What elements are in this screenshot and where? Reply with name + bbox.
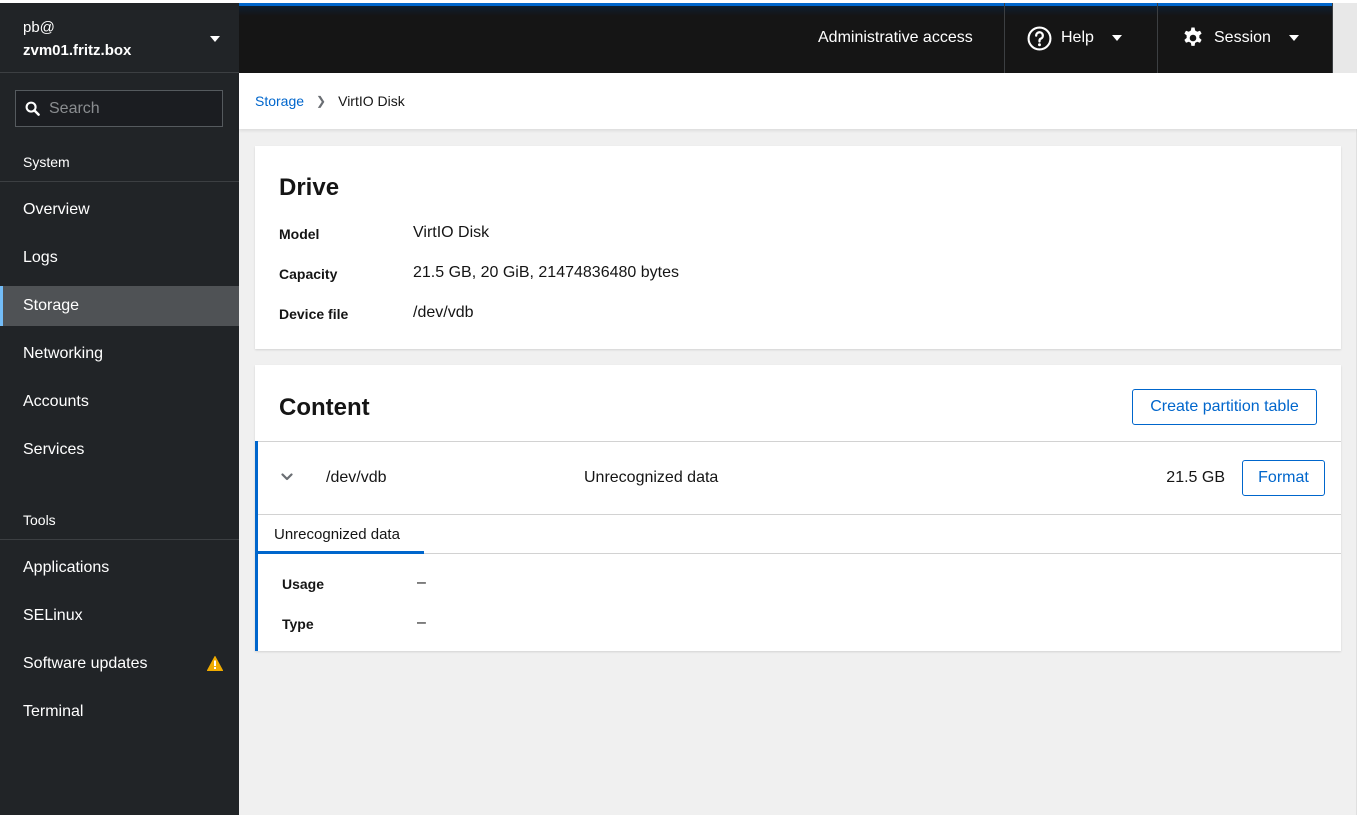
device-file-value: /dev/vdb (413, 304, 474, 321)
section-title-tools: Tools (23, 512, 56, 528)
warning-icon (207, 656, 223, 671)
chevron-down-icon[interactable] (281, 473, 293, 481)
drive-card-title: Drive (279, 174, 340, 201)
nav-item-logs[interactable]: Logs (0, 238, 239, 278)
search-box[interactable] (15, 90, 223, 127)
capacity-value: 21.5 GB, 20 GiB, 21474836480 bytes (413, 264, 679, 281)
breadcrumb: Storage ❯ VirtIO Disk (239, 73, 1357, 129)
administrative-access-button[interactable]: Administrative access (818, 3, 973, 73)
nav-item-networking[interactable]: Networking (0, 334, 239, 374)
capacity-label: Capacity (279, 266, 338, 282)
tab-active-indicator (258, 551, 424, 554)
nav-item-applications[interactable]: Applications (0, 548, 239, 588)
device-size: 21.5 GB (1166, 469, 1225, 486)
nav-item-label: Overview (23, 201, 90, 218)
nav-item-overview[interactable]: Overview (0, 190, 239, 230)
nav-item-selinux[interactable]: SELinux (0, 596, 239, 636)
breadcrumb-current: VirtIO Disk (338, 93, 405, 109)
type-value: – (417, 614, 426, 631)
nav-item-label: Applications (23, 559, 110, 576)
sidebar: pb@ zvm01.fritz.box System Overview Logs… (0, 3, 239, 815)
host-user: pb@ (23, 19, 55, 36)
session-menu-button[interactable]: Session (1181, 3, 1299, 73)
type-label: Type (282, 616, 314, 632)
main-content: Drive Model VirtIO Disk Capacity 21.5 GB… (239, 129, 1357, 815)
format-button[interactable]: Format (1242, 460, 1325, 496)
chevron-right-icon: ❯ (316, 94, 327, 108)
device-name: /dev/vdb (326, 469, 387, 486)
masthead: Administrative access Help Session (239, 3, 1357, 73)
nav-item-label: Storage (23, 297, 80, 314)
divider (424, 553, 1341, 554)
help-menu-button[interactable]: Help (1027, 3, 1122, 73)
caret-down-icon (1111, 35, 1122, 41)
help-label: Help (1061, 29, 1094, 46)
content-card: Content Create partition table /dev/vdb … (255, 365, 1341, 651)
masthead-divider (1004, 3, 1005, 73)
section-divider (0, 181, 239, 182)
administrative-access-label: Administrative access (818, 29, 973, 46)
nav-item-accounts[interactable]: Accounts (0, 382, 239, 422)
usage-value: – (417, 574, 426, 591)
masthead-divider (1332, 3, 1333, 73)
host-switcher[interactable]: pb@ zvm01.fritz.box (0, 3, 239, 73)
masthead-divider (1157, 3, 1158, 73)
nav-item-storage[interactable]: Storage (0, 286, 239, 326)
nav-item-label: Software updates (23, 655, 148, 672)
nav-item-software-updates[interactable]: Software updates (0, 644, 239, 684)
nav-item-label: Networking (23, 345, 104, 362)
session-label: Session (1214, 29, 1271, 46)
nav-item-label: SELinux (23, 607, 83, 624)
device-file-label: Device file (279, 306, 349, 322)
nav-item-services[interactable]: Services (0, 430, 239, 470)
search-icon (25, 101, 40, 116)
table-row[interactable]: /dev/vdb Unrecognized data 21.5 GB Forma… (255, 442, 1341, 514)
gear-icon (1184, 27, 1202, 46)
model-label: Model (279, 226, 320, 242)
tab-label: Unrecognized data (274, 526, 400, 543)
search-input[interactable] (49, 99, 209, 118)
model-value: VirtIO Disk (413, 224, 490, 241)
help-icon (1027, 26, 1052, 50)
caret-down-icon (210, 36, 220, 42)
drive-card: Drive Model VirtIO Disk Capacity 21.5 GB… (255, 146, 1341, 349)
section-divider (0, 539, 239, 540)
device-description: Unrecognized data (584, 469, 719, 486)
tab-unrecognized-data[interactable]: Unrecognized data (258, 515, 424, 554)
create-partition-table-button[interactable]: Create partition table (1132, 389, 1317, 425)
nav-item-terminal[interactable]: Terminal (0, 692, 239, 732)
content-card-title: Content (279, 394, 370, 421)
nav-item-label: Accounts (23, 393, 89, 410)
nav-item-label: Logs (23, 249, 58, 266)
section-title-system: System (23, 154, 70, 170)
nav-item-label: Services (23, 441, 85, 458)
breadcrumb-storage-link[interactable]: Storage (255, 93, 304, 109)
scrollbar-track (1332, 3, 1357, 73)
nav-item-label: Terminal (23, 703, 84, 720)
host-name: zvm01.fritz.box (23, 42, 132, 59)
usage-label: Usage (282, 576, 325, 592)
caret-down-icon (1288, 35, 1299, 41)
